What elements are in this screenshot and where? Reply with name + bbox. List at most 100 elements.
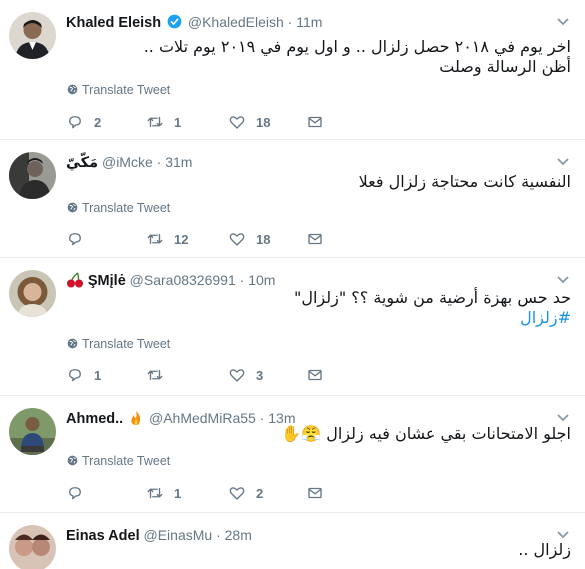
reply-button[interactable]: 1 <box>66 366 101 386</box>
user-handle[interactable]: @Sara08326991 <box>130 272 236 288</box>
reply-icon <box>69 116 81 129</box>
retweet-count: 1 <box>174 486 182 501</box>
tweet-actions: 1 3 <box>66 366 336 386</box>
retweet-button[interactable] <box>146 366 174 386</box>
tweet-actions: 2 1 18 <box>66 113 336 133</box>
user-handle[interactable]: @KhaledEleish <box>188 14 284 30</box>
user-handle[interactable]: @iMcke <box>102 154 153 170</box>
translate-tweet-link[interactable]: Translate Tweet <box>67 336 170 352</box>
avatar[interactable] <box>9 12 56 59</box>
tweet[interactable]: Ahmed.. @AhMedMiRa55 · 13m اجلو الامتحان… <box>0 396 585 513</box>
heart-icon <box>229 116 245 129</box>
like-button[interactable]: 18 <box>228 230 270 250</box>
tweet-timeline: Khaled Eleish @KhaledEleish · 11m اخر يو… <box>0 0 585 569</box>
reply-icon <box>69 369 81 382</box>
avatar[interactable] <box>9 408 56 455</box>
translate-label: Translate Tweet <box>82 201 171 215</box>
envelope-icon <box>308 487 322 499</box>
timestamp[interactable]: 10m <box>248 272 275 288</box>
separator-dot: · <box>156 154 162 170</box>
tweet-actions: 12 18 <box>66 230 336 250</box>
retweet-button[interactable]: 12 <box>146 230 188 250</box>
retweet-icon <box>147 116 163 128</box>
verified-badge-icon <box>167 14 182 29</box>
heart-icon <box>229 233 245 246</box>
tweet-text: زلزال .. <box>66 540 571 560</box>
tweet[interactable]: مَكّيّ @iMcke · 31m النفسية كانت محتاجة … <box>0 140 585 258</box>
heart-icon <box>229 487 245 500</box>
reply-button[interactable]: 2 <box>66 113 101 133</box>
avatar[interactable] <box>9 525 56 569</box>
envelope-icon <box>308 116 322 128</box>
timestamp[interactable]: 31m <box>165 154 192 170</box>
translate-tweet-link[interactable]: Translate Tweet <box>67 82 170 98</box>
display-name[interactable]: ŞMįlė <box>88 273 126 289</box>
reply-icon <box>69 487 81 500</box>
translate-label: Translate Tweet <box>82 83 171 97</box>
retweet-icon <box>147 487 163 499</box>
reply-button[interactable] <box>66 484 94 504</box>
tweet-header: Khaled Eleish @KhaledEleish · 11m <box>66 12 545 32</box>
translate-tweet-link[interactable]: Translate Tweet <box>67 200 170 216</box>
reply-button[interactable] <box>66 230 94 250</box>
tweet[interactable]: Einas Adel @EinasMu · 28m زلزال .. <box>0 513 585 569</box>
reply-icon <box>69 233 81 246</box>
tweet-header: ŞMįlė @Sara08326991 · 10m <box>66 270 545 290</box>
chevron-down-icon[interactable] <box>557 14 569 26</box>
globe-icon <box>67 202 78 213</box>
globe-icon <box>67 455 78 466</box>
avatar[interactable] <box>9 270 56 317</box>
direct-message-button[interactable] <box>306 113 324 133</box>
translate-tweet-link[interactable]: Translate Tweet <box>67 453 170 469</box>
direct-message-button[interactable] <box>306 484 324 504</box>
hashtag-link[interactable]: #زلزال <box>66 308 571 328</box>
translate-label: Translate Tweet <box>82 337 171 351</box>
display-name[interactable]: Khaled Eleish <box>66 15 161 31</box>
tweet-text: النفسية كانت محتاجة زلزال فعلا <box>66 172 571 192</box>
chevron-down-icon[interactable] <box>557 410 569 422</box>
tweet[interactable]: Khaled Eleish @KhaledEleish · 11m اخر يو… <box>0 0 585 140</box>
tweet-text-line: النفسية كانت محتاجة زلزال فعلا <box>358 172 571 191</box>
globe-icon <box>67 338 78 349</box>
chevron-down-icon[interactable] <box>557 527 569 539</box>
direct-message-button[interactable] <box>306 230 324 250</box>
reply-count: 1 <box>94 368 102 383</box>
tweet[interactable]: ŞMįlė @Sara08326991 · 10m حد حس بهزة أرض… <box>0 258 585 396</box>
envelope-icon <box>308 369 322 381</box>
tweet-text: اجلو الامتحانات بقي عشان فيه زلزال 😤✋ <box>66 424 571 444</box>
like-button[interactable]: 2 <box>228 484 263 504</box>
retweet-button[interactable]: 1 <box>146 113 181 133</box>
avatar[interactable] <box>9 152 56 199</box>
like-count: 2 <box>256 486 264 501</box>
retweet-count: 1 <box>174 115 182 130</box>
tweet-text-line: اخر يوم في ٢٠١٨ حصل زلزال .. و اول يوم ف… <box>143 37 571 56</box>
globe-icon <box>67 84 78 95</box>
heart-icon <box>229 369 245 382</box>
separator-dot: · <box>287 14 293 30</box>
tweet-text: حد حس بهزة أرضية من شوية ؟؟ "زلزال" #زلز… <box>66 288 571 328</box>
retweet-icon <box>147 369 163 381</box>
like-count: 18 <box>256 115 271 130</box>
tweet-actions: 1 2 <box>66 484 336 504</box>
like-button[interactable]: 18 <box>228 113 270 133</box>
tweet-text-line: اجلو الامتحانات بقي عشان فيه زلزال 😤✋ <box>281 424 571 443</box>
tweet-text: اخر يوم في ٢٠١٨ حصل زلزال .. و اول يوم ف… <box>66 37 571 77</box>
timestamp[interactable]: 11m <box>296 14 322 30</box>
reply-count: 2 <box>94 115 102 130</box>
envelope-icon <box>308 233 322 245</box>
tweet-text-line: حد حس بهزة أرضية من شوية ؟؟ "زلزال" <box>293 288 571 307</box>
tweet-header: مَكّيّ @iMcke · 31m <box>66 152 545 172</box>
display-name[interactable]: مَكّيّ <box>66 155 98 171</box>
retweet-button[interactable]: 1 <box>146 484 181 504</box>
direct-message-button[interactable] <box>306 366 324 386</box>
tweet-text-line: أظن الرسالة وصلت <box>439 57 571 76</box>
like-count: 18 <box>256 232 271 247</box>
chevron-down-icon[interactable] <box>557 272 569 284</box>
chevron-down-icon[interactable] <box>557 154 569 166</box>
like-button[interactable]: 3 <box>228 366 263 386</box>
cherries-icon <box>66 272 84 288</box>
tweet-text-line: زلزال .. <box>518 540 571 559</box>
separator-dot: · <box>239 272 245 288</box>
like-count: 3 <box>256 368 264 383</box>
translate-label: Translate Tweet <box>82 454 171 468</box>
